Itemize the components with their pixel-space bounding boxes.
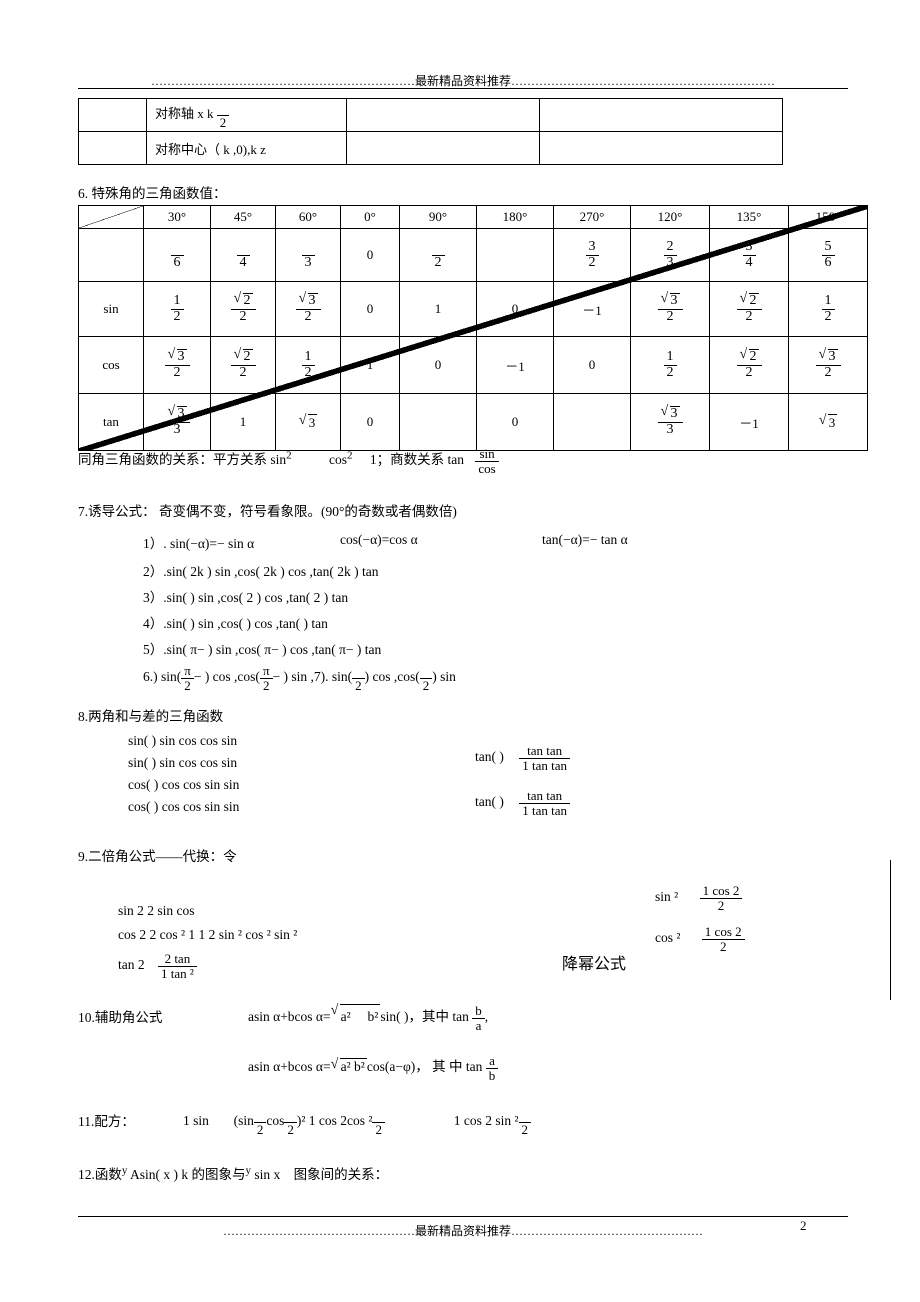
table-row: 对称轴 x k 2 bbox=[78, 98, 783, 132]
fraction-a-b: ab bbox=[485, 1054, 499, 1082]
section6-title: 6. 特殊角的三角函数值： bbox=[78, 186, 227, 201]
sec9-line-sin2: sin 2 2 sin cos bbox=[118, 903, 195, 918]
sec9-right-cos2: cos ² 1 cos 22 bbox=[655, 925, 745, 953]
fraction-pi-2: π2 bbox=[181, 664, 194, 692]
table-row: 对称中心（ k ,0),k z bbox=[78, 131, 783, 165]
sec9-line-tan2: tan 2 2 tan 1 tan ² bbox=[118, 952, 197, 980]
section10-title: 10.辅助角公式 bbox=[78, 1010, 163, 1025]
fraction-half: 2 bbox=[352, 664, 365, 692]
sec7-line1b: cos(−α)=cos α bbox=[340, 532, 418, 547]
section7-title: 7.诱导公式： 奇变偶不变，符号看象限。(90°的奇数或者偶数倍) bbox=[78, 504, 457, 519]
cell-symmetry-axis: 对称轴 x k 2 bbox=[146, 98, 347, 132]
footer-rule bbox=[78, 1216, 848, 1217]
fraction-b-a: ba bbox=[472, 1004, 485, 1032]
sec10-line2: asin α+bcos α=a² b²cos(a−φ)， 其 中 tan ab bbox=[248, 1054, 499, 1082]
sec7-line3: 3）.sin( ) sin ,cos( 2 ) cos ,tan( 2 ) ta… bbox=[143, 590, 349, 605]
radical-a2b2: a² b² bbox=[331, 1003, 381, 1025]
table-row-tan: tan 33 1 3 0 0 33 －1 3 bbox=[78, 393, 868, 451]
page-number: 2 bbox=[800, 1218, 807, 1233]
fraction-half-b: 2 bbox=[419, 664, 433, 692]
sec8-left-2: sin( ) sin cos cos sin bbox=[128, 755, 238, 770]
fraction-tan2: 2 tan 1 tan ² bbox=[158, 952, 197, 980]
cell-blank4 bbox=[78, 131, 147, 165]
sec10-line1: asin α+bcos α=a² b²sin( )，其中 tan ba, bbox=[248, 1003, 488, 1032]
sec9-note: 降幂公式 bbox=[562, 956, 627, 973]
fraction-pi-2b: π2 bbox=[259, 664, 273, 692]
fraction-sin-cos: sin cos bbox=[475, 447, 499, 475]
fraction-half-1-cos2a: 1 cos 22 bbox=[699, 884, 743, 912]
cell-blank bbox=[78, 98, 147, 132]
fraction-half-1-cos2b: 1 cos 22 bbox=[701, 925, 745, 953]
cell-blank3 bbox=[539, 98, 783, 132]
sec8-right-2: tan( ) tan tan 1 tan tan bbox=[475, 789, 570, 817]
sec9-right-sin2: sin ² 1 cos 22 bbox=[655, 884, 743, 912]
fraction-tan-sum: tan tan 1 tan tan bbox=[519, 744, 570, 772]
page-footer: …………………………………………最新精品资料推荐………………………………………… bbox=[222, 1224, 703, 1238]
section12-line: 12.函数y Asin( x ) k 的图象与y sin x 图象间的关系： bbox=[78, 1164, 389, 1183]
fraction-half-1: 2 bbox=[253, 1108, 267, 1136]
sec7-line1a: 1）. sin(−α)=− sin α bbox=[143, 536, 255, 551]
radical-a2b2-b: a² b² bbox=[331, 1057, 367, 1075]
top-partial-table: 对称轴 x k 2 对称中心（ k ,0),k z bbox=[78, 98, 783, 165]
cell-symmetry-center: 对称中心（ k ,0),k z bbox=[146, 131, 347, 165]
section8-title: 8.两角和与差的三角函数 bbox=[78, 709, 224, 724]
fraction-tan-diff: tan tan 1 tan tan bbox=[519, 789, 570, 817]
section11-title: 11.配方： bbox=[78, 1114, 135, 1129]
section9-title: 9.二倍角公式——代换：令 bbox=[78, 849, 237, 864]
fraction: 2 bbox=[216, 101, 230, 129]
sec9-line-cos2: cos 2 2 cos ² 1 1 2 sin ² cos ² sin ² bbox=[118, 927, 298, 942]
document-page: …………………………………………………………最新精品资料推荐…………………………… bbox=[0, 0, 920, 1302]
sec7-line4: 4）.sin( ) sin ,cos( ) cos ,tan( ) tan bbox=[143, 616, 328, 631]
fraction-half-4: 2 bbox=[518, 1108, 532, 1136]
sec8-left-4: cos( ) cos cos sin sin bbox=[128, 799, 240, 814]
sec11-body: 1 sin (sin 2 cos 2)² 1 cos 2cos ² 2 1 cos… bbox=[183, 1108, 532, 1136]
right-vertical-rule bbox=[890, 860, 891, 1000]
sec7-line5: 5）.sin( π− ) sin ,cos( π− ) cos ,tan( π−… bbox=[143, 642, 382, 657]
page-header: …………………………………………………………最新精品资料推荐…………………………… bbox=[150, 74, 775, 88]
sec8-left-3: cos( ) cos cos sin sin bbox=[128, 777, 240, 792]
cell-tan-270-undefined bbox=[553, 393, 631, 451]
cell-blank6 bbox=[539, 131, 783, 165]
sec7-line2: 2）.sin( 2k ) sin ,cos( 2k ) cos ,tan( 2k… bbox=[143, 564, 379, 579]
same-angle-relation: 同角三角函数的关系：平方关系 sin2 cos2 1；商数关系 tan sin … bbox=[78, 447, 499, 475]
cell-blank5 bbox=[346, 131, 540, 165]
sec8-left-1: sin( ) sin cos cos sin bbox=[128, 733, 238, 748]
cell-blank2 bbox=[346, 98, 540, 132]
special-angle-table: 30° 45° 60° 0° 90° 180° 270° 120° 135° 1… bbox=[78, 205, 868, 451]
fraction-half-3: 2 bbox=[372, 1108, 385, 1136]
sec8-right-1: tan( ) tan tan 1 tan tan bbox=[475, 744, 570, 772]
header-rule bbox=[78, 88, 848, 89]
sec7-line6: 6.) sin(π 2− ) cos ,cos(π 2− ) sin ,7). si… bbox=[143, 663, 456, 693]
fraction-half-2: 2 bbox=[284, 1108, 297, 1136]
sec7-line1c: tan(−α)=− tan α bbox=[542, 532, 628, 547]
